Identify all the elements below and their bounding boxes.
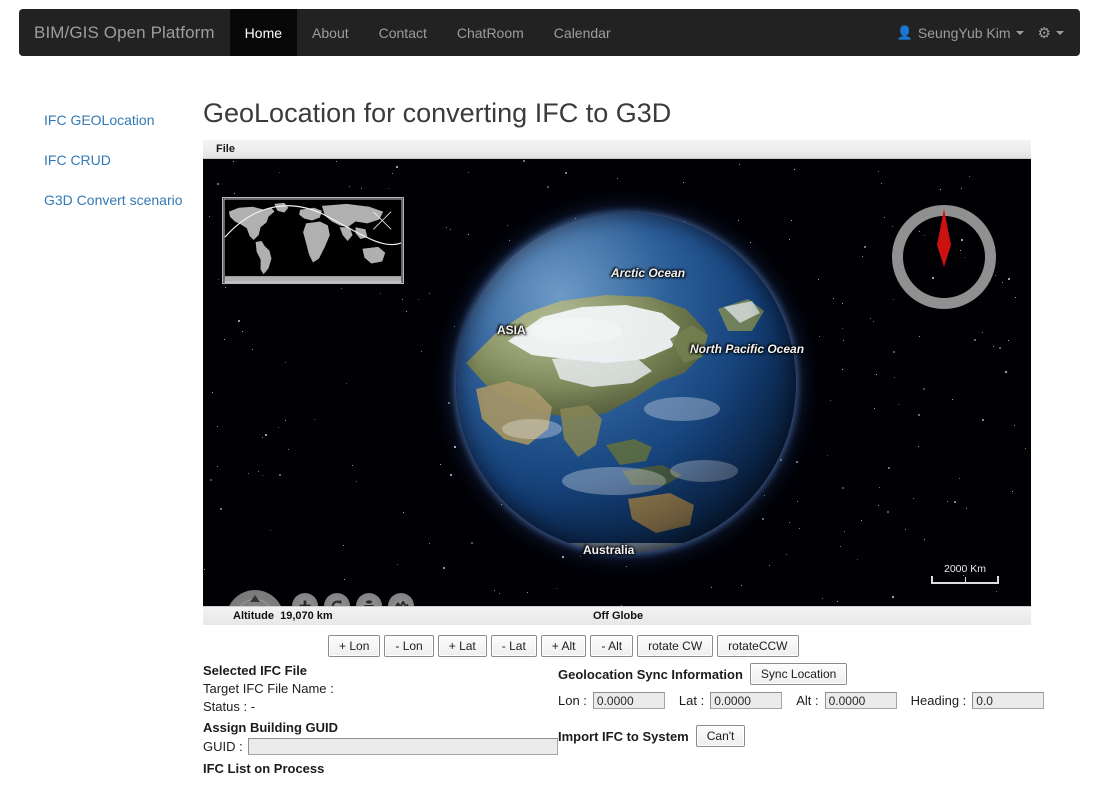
user-name-label: SeungYub Kim xyxy=(917,24,1011,41)
sync-header-row: Geolocation Sync Information Sync Locati… xyxy=(558,663,1028,685)
nav-items: Home About Contact ChatRoom Calendar xyxy=(229,9,626,56)
sidebar-item-ifc-crud[interactable]: IFC CRUD xyxy=(44,152,194,168)
coordinate-row: Lon : Lat : Alt : Heading : xyxy=(558,692,1045,709)
lat-plus-button[interactable]: + Lat xyxy=(437,635,487,657)
alt-label: Alt : xyxy=(796,693,819,708)
user-menu[interactable]: 👤 SeungYub Kim xyxy=(897,25,1024,41)
guid-input[interactable] xyxy=(247,738,558,755)
nav-item-about[interactable]: About xyxy=(297,9,364,56)
selected-ifc-file-header: Selected IFC File xyxy=(203,663,308,678)
chevron-down-icon xyxy=(1015,30,1024,35)
globe-action-buttons: + Lon - Lon + Lat - Lat + Alt - Alt rota… xyxy=(328,635,799,657)
globe-landmass xyxy=(466,295,764,553)
lon-label: Lon : xyxy=(558,693,587,708)
nav-right-group: 👤 SeungYub Kim ⚙ xyxy=(897,9,1080,56)
tilt-button[interactable] xyxy=(356,593,382,606)
brand-logo[interactable]: BIM/GIS Open Platform xyxy=(19,9,230,56)
heading-label: Heading : xyxy=(910,693,967,708)
globe-view[interactable]: Arctic Ocean ASIA North Pacific Ocean Au… xyxy=(203,159,1031,606)
lat-label: Lat : xyxy=(678,693,705,708)
earth-globe[interactable] xyxy=(456,213,796,553)
scale-bar: 2000 Km xyxy=(931,563,999,584)
alt-minus-button[interactable]: - Alt xyxy=(590,635,634,657)
alt-input[interactable] xyxy=(824,692,897,709)
import-row: Import IFC to System Can't xyxy=(558,725,1028,747)
target-ifc-file-label: Target IFC File Name : xyxy=(203,681,334,696)
compass-widget[interactable] xyxy=(892,205,996,309)
globe-control-grid xyxy=(292,593,420,606)
status-label: Status : - xyxy=(203,699,256,714)
alt-plus-button[interactable]: + Alt xyxy=(540,635,587,657)
altitude-label: Altitude xyxy=(233,610,274,622)
heading-input[interactable] xyxy=(972,692,1045,709)
status-row: Status : - xyxy=(203,699,563,714)
import-ifc-button[interactable]: Can't xyxy=(695,725,746,747)
menu-file[interactable]: File xyxy=(212,142,239,156)
page-title: GeoLocation for converting IFC to G3D xyxy=(203,98,672,128)
rotate-ccw-action-button[interactable]: rotateCCW xyxy=(717,635,799,657)
nav-item-home[interactable]: Home xyxy=(229,9,298,56)
chevron-down-icon-settings xyxy=(1056,30,1064,35)
lon-input[interactable] xyxy=(592,692,665,709)
rotate-ccw-button[interactable] xyxy=(324,593,350,606)
ifc-file-panel: Selected IFC File Target IFC File Name :… xyxy=(203,663,563,779)
nav-item-chatroom[interactable]: ChatRoom xyxy=(442,9,539,56)
terrain-profile-button[interactable] xyxy=(388,593,414,606)
globe-status-label: Off Globe xyxy=(593,610,644,622)
altitude-status: Altitude 19,070 km xyxy=(233,610,333,622)
lon-plus-button[interactable]: + Lon xyxy=(328,635,381,657)
pan-up-arrow-icon[interactable] xyxy=(250,595,260,602)
applet-statusbar: Altitude 19,070 km Off Globe xyxy=(203,606,1031,625)
rotate-cw-action-button[interactable]: rotate CW xyxy=(637,635,714,657)
worldwind-applet: File Arctic Ocean ASIA North Pacific Oce… xyxy=(203,140,1031,625)
nav-item-calendar[interactable]: Calendar xyxy=(539,9,626,56)
import-ifc-to-system-header: Import IFC to System xyxy=(558,728,689,744)
sidebar: IFC GEOLocation IFC CRUD G3D Convert sce… xyxy=(44,112,194,232)
zoom-in-button[interactable] xyxy=(292,593,318,606)
guid-row: GUID : xyxy=(203,738,563,755)
user-icon: 👤 xyxy=(896,24,913,40)
ifc-list-on-process-header: IFC List on Process xyxy=(203,761,325,776)
geolocation-sync-panel: Geolocation Sync Information Sync Locati… xyxy=(558,663,1045,753)
sidebar-item-ifc-geolocation[interactable]: IFC GEOLocation xyxy=(44,112,194,128)
geolocation-sync-information-header: Geolocation Sync Information xyxy=(558,666,743,682)
assign-building-guid-header: Assign Building GUID xyxy=(203,720,339,735)
sync-location-button[interactable]: Sync Location xyxy=(749,663,848,685)
altitude-value: 19,070 km xyxy=(280,610,333,622)
target-ifc-file-row: Target IFC File Name : xyxy=(203,681,563,696)
guid-label: GUID : xyxy=(203,739,243,754)
world-map-inset xyxy=(222,197,404,284)
scale-bar-label: 2000 Km xyxy=(943,563,987,575)
lat-input[interactable] xyxy=(710,692,783,709)
applet-menubar: File xyxy=(203,140,1031,159)
scale-bar-graphic xyxy=(931,576,999,584)
lon-minus-button[interactable]: - Lon xyxy=(384,635,434,657)
sidebar-item-g3d-convert-scenario[interactable]: G3D Convert scenario xyxy=(44,192,194,208)
top-navbar: BIM/GIS Open Platform Home About Contact… xyxy=(19,9,1080,56)
settings-menu[interactable]: ⚙ xyxy=(1038,24,1064,42)
lat-minus-button[interactable]: - Lat xyxy=(490,635,537,657)
gear-icon: ⚙ xyxy=(1037,24,1051,42)
nav-item-contact[interactable]: Contact xyxy=(364,9,442,56)
